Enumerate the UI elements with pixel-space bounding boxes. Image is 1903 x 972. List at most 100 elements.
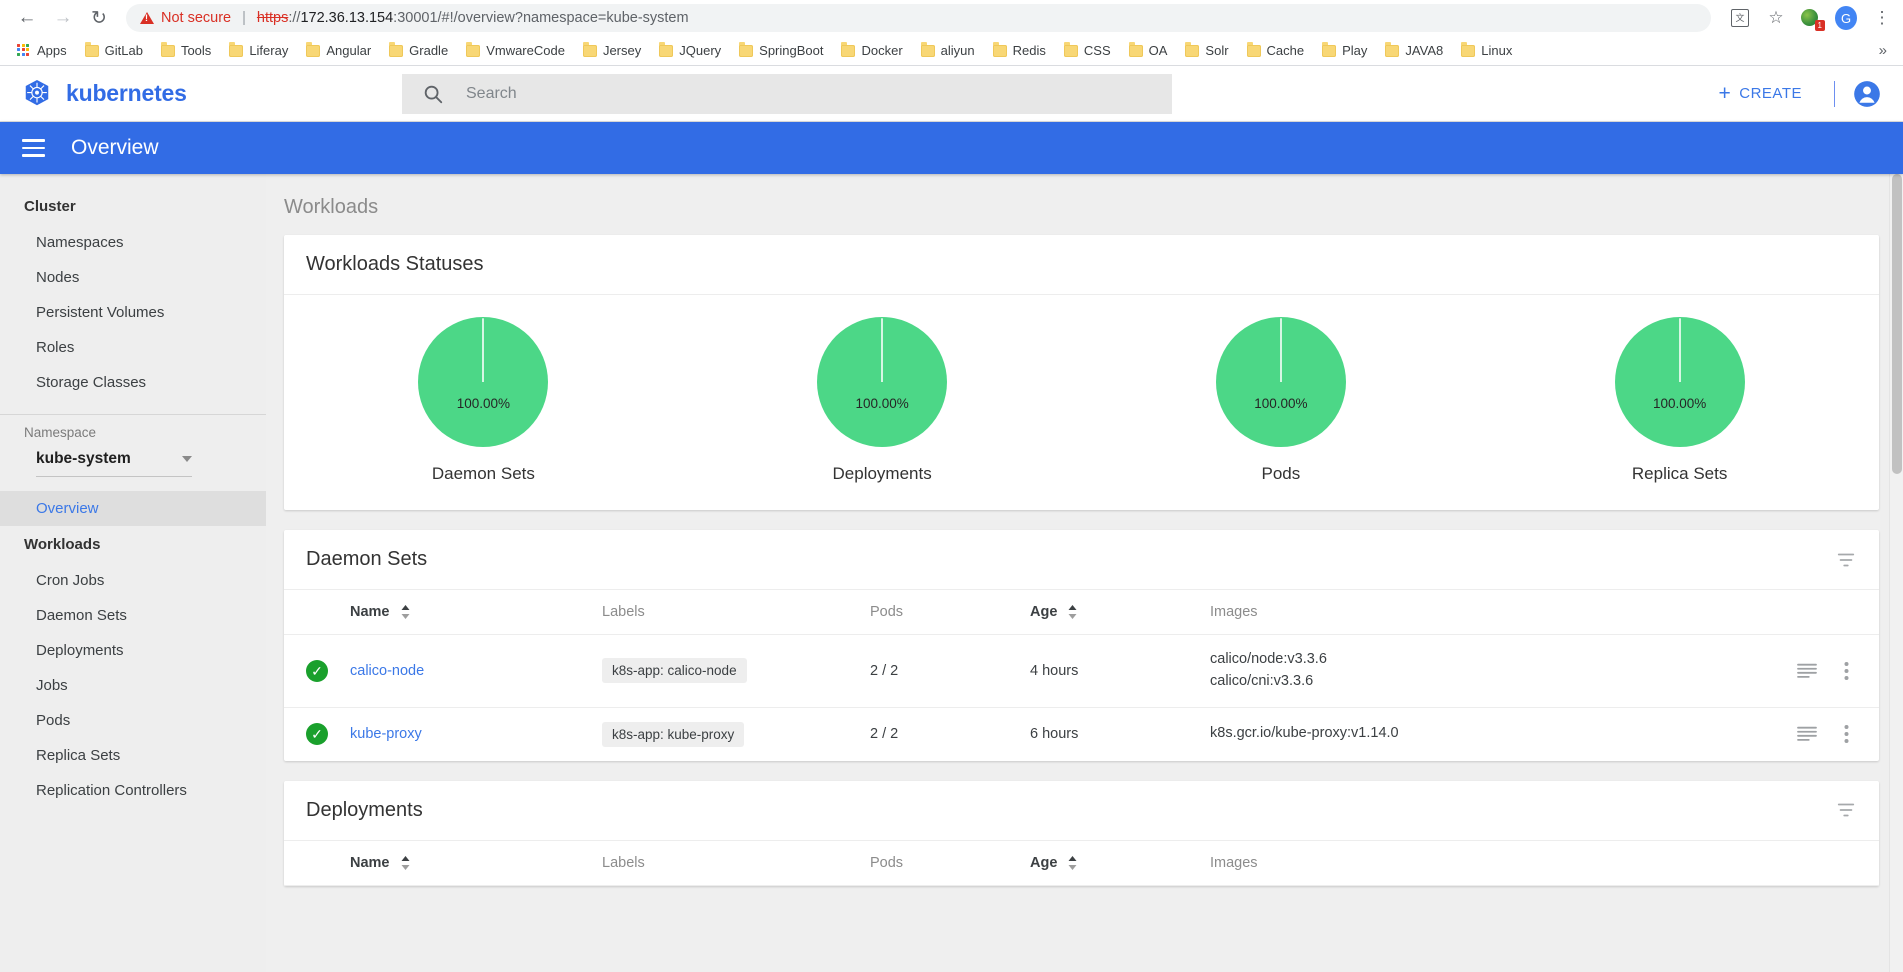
folder-icon xyxy=(84,42,99,57)
more-vert-icon[interactable] xyxy=(1844,661,1849,681)
sidebar-item-nodes[interactable]: Nodes xyxy=(0,260,266,295)
sidebar-item-pods[interactable]: Pods xyxy=(0,703,266,738)
th-images: Images xyxy=(1202,590,1769,635)
sidebar-item-storage-classes[interactable]: Storage Classes xyxy=(0,365,266,400)
cell-status: ✓ xyxy=(284,634,342,708)
bookmark-item[interactable]: Cache xyxy=(1238,40,1314,61)
bookmark-item[interactable]: Gradle xyxy=(380,40,457,61)
cell-name: calico-node xyxy=(342,634,594,708)
card-header: Workloads Statuses xyxy=(284,235,1879,295)
cell-images: k8s.gcr.io/kube-proxy:v1.14.0 xyxy=(1202,707,1769,761)
bookmark-item[interactable]: Liferay xyxy=(220,40,297,61)
card-header: Deployments xyxy=(284,781,1879,841)
bookmark-label: Gradle xyxy=(409,43,449,58)
translate-icon[interactable]: 文 xyxy=(1729,7,1751,29)
daemonset-name-link[interactable]: calico-node xyxy=(350,663,424,679)
bookmark-star-icon[interactable]: ☆ xyxy=(1765,7,1787,29)
chevron-down-icon xyxy=(182,456,192,462)
sidebar-item-jobs[interactable]: Jobs xyxy=(0,668,266,703)
sidebar-item-deployments[interactable]: Deployments xyxy=(0,633,266,668)
bookmark-item[interactable]: SpringBoot xyxy=(730,40,832,61)
back-arrow-icon[interactable]: ← xyxy=(10,1,44,35)
bookmark-item[interactable]: GitLab xyxy=(76,40,152,61)
th-name[interactable]: Name xyxy=(342,590,594,635)
create-button[interactable]: + CREATE xyxy=(1705,75,1817,112)
sidebar-item-daemon-sets[interactable]: Daemon Sets xyxy=(0,598,266,633)
card-title: Daemon Sets xyxy=(306,548,428,570)
bookmarks-overflow-icon[interactable]: » xyxy=(1871,42,1895,59)
vertical-scrollbar[interactable] xyxy=(1889,174,1903,972)
profile-initial: G xyxy=(1835,6,1857,30)
bookmark-item[interactable]: Tools xyxy=(152,40,220,61)
logs-icon[interactable] xyxy=(1796,662,1818,680)
bookmark-item[interactable]: CSS xyxy=(1055,40,1120,61)
security-status-label: Not secure xyxy=(161,10,232,26)
th-age[interactable]: Age xyxy=(1022,590,1202,635)
bookmark-item[interactable]: Jersey xyxy=(574,40,650,61)
th-name[interactable]: Name xyxy=(342,840,594,886)
body: Cluster Namespaces Nodes Persistent Volu… xyxy=(0,174,1903,972)
search-bar[interactable] xyxy=(402,73,1172,114)
filter-list-icon[interactable] xyxy=(1835,799,1857,821)
profile-avatar[interactable]: G xyxy=(1835,6,1857,30)
scrollbar-thumb[interactable] xyxy=(1892,174,1902,474)
bookmark-apps[interactable]: Apps xyxy=(8,40,76,61)
bookmark-item[interactable]: Linux xyxy=(1452,40,1521,61)
bookmark-item[interactable]: Docker xyxy=(832,40,911,61)
sidebar-item-cron-jobs[interactable]: Cron Jobs xyxy=(0,563,266,598)
bookmarks-bar: Apps GitLab Tools Liferay Angular Gradle… xyxy=(0,36,1903,66)
logs-icon[interactable] xyxy=(1796,725,1818,743)
sidebar-item-overview[interactable]: Overview xyxy=(0,491,266,526)
bookmark-item[interactable]: JQuery xyxy=(650,40,730,61)
sidebar-item-roles[interactable]: Roles xyxy=(0,330,266,365)
pie-percentage: 100.00% xyxy=(1652,396,1707,412)
browser-chrome: ← → ↻ Not secure | https://172.36.13.154… xyxy=(0,0,1903,66)
browser-menu-icon[interactable]: ⋮ xyxy=(1871,7,1893,29)
th-pods: Pods xyxy=(862,590,1022,635)
daemonset-name-link[interactable]: kube-proxy xyxy=(350,726,422,742)
folder-icon xyxy=(389,42,404,57)
reload-icon[interactable]: ↻ xyxy=(82,1,116,35)
more-vert-icon[interactable] xyxy=(1844,724,1849,744)
pie-label: Replica Sets xyxy=(1631,464,1728,483)
folder-icon xyxy=(1246,42,1261,57)
sidebar-heading-workloads: Workloads xyxy=(24,536,101,553)
bookmark-label: JAVA8 xyxy=(1405,43,1444,58)
bookmark-item[interactable]: Redis xyxy=(984,40,1055,61)
th-actions xyxy=(1769,840,1879,886)
cell-age: 6 hours xyxy=(1030,726,1079,742)
th-status xyxy=(284,590,342,635)
sidebar-item-persistent-volumes[interactable]: Persistent Volumes xyxy=(0,295,266,330)
url-text: https://172.36.13.154:30001/#!/overview?… xyxy=(257,10,689,26)
address-bar[interactable]: Not secure | https://172.36.13.154:30001… xyxy=(126,4,1711,32)
th-age[interactable]: Age xyxy=(1022,840,1202,886)
bookmark-item[interactable]: Angular xyxy=(297,40,380,61)
folder-icon xyxy=(582,42,597,57)
bookmark-item[interactable]: Solr xyxy=(1176,40,1237,61)
sidebar-item-namespaces[interactable]: Namespaces xyxy=(0,225,266,260)
sidebar: Cluster Namespaces Nodes Persistent Volu… xyxy=(0,174,266,972)
sidebar-item-replication-controllers[interactable]: Replication Controllers xyxy=(0,773,266,808)
bookmark-item[interactable]: VmwareCode xyxy=(457,40,574,61)
folder-icon xyxy=(1322,42,1337,57)
extension-icon[interactable]: 1 xyxy=(1801,8,1825,31)
account-circle-icon[interactable] xyxy=(1853,80,1881,108)
th-images: Images xyxy=(1202,840,1769,886)
bookmark-label: aliyun xyxy=(940,43,975,58)
bookmark-item[interactable]: OA xyxy=(1120,40,1177,61)
folder-icon xyxy=(1461,42,1476,57)
forward-arrow-icon[interactable]: → xyxy=(46,1,80,35)
cell-actions xyxy=(1769,634,1879,708)
table-row[interactable]: ✓ calico-node k8s-app: calico-node 2 / 2… xyxy=(284,634,1879,708)
table-row[interactable]: ✓ kube-proxy k8s-app: kube-proxy 2 / 2 6… xyxy=(284,707,1879,761)
card-header: Daemon Sets xyxy=(284,530,1879,590)
filter-list-icon[interactable] xyxy=(1835,549,1857,571)
bookmark-item[interactable]: JAVA8 xyxy=(1376,40,1452,61)
bookmark-item[interactable]: aliyun xyxy=(912,40,984,61)
bookmark-item[interactable]: Play xyxy=(1313,40,1376,61)
sort-arrows-icon xyxy=(1068,605,1077,620)
search-input[interactable] xyxy=(466,84,1152,103)
sidebar-item-replica-sets[interactable]: Replica Sets xyxy=(0,738,266,773)
namespace-select[interactable]: kube-system xyxy=(36,446,192,477)
hamburger-menu-icon[interactable] xyxy=(22,135,45,161)
